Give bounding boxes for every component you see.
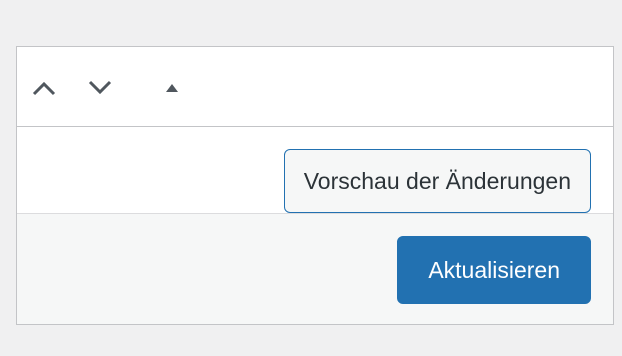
chevron-down-icon [88, 80, 112, 96]
move-up-button[interactable] [27, 71, 61, 105]
preview-action-area: Vorschau der Änderungen [17, 127, 613, 213]
major-publishing-actions: Aktualisieren [17, 213, 613, 324]
preview-changes-button[interactable]: Vorschau der Änderungen [283, 149, 591, 213]
chevron-up-icon [32, 80, 56, 96]
triangle-up-icon [164, 82, 180, 94]
update-button[interactable]: Aktualisieren [397, 236, 591, 304]
publish-box-header [17, 47, 613, 127]
move-down-button[interactable] [83, 71, 117, 105]
publish-box: Vorschau der Änderungen Aktualisieren [16, 46, 614, 325]
toggle-panel-button[interactable] [155, 71, 189, 105]
